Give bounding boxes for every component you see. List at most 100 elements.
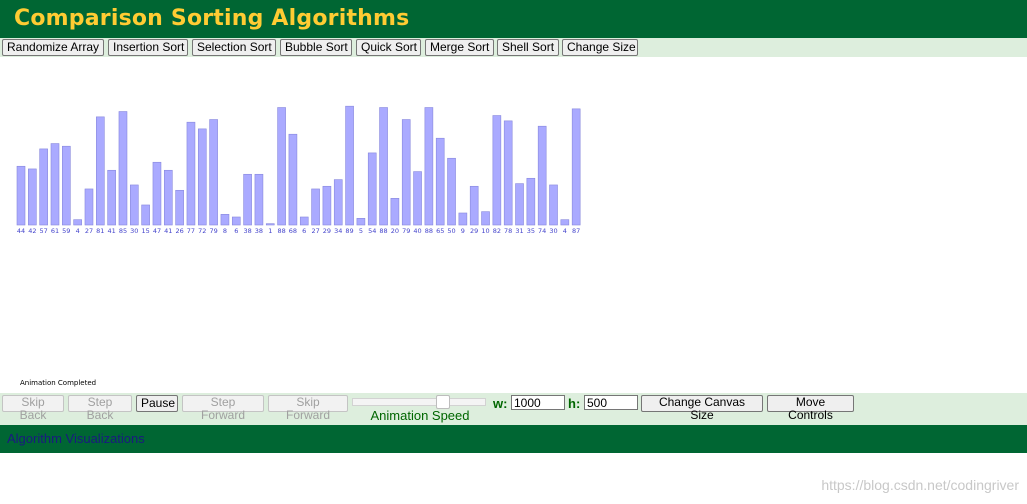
- bar-value-label: 4: [563, 227, 567, 235]
- animation-status: Animation Completed: [20, 379, 97, 387]
- array-bar: [549, 184, 558, 226]
- algorithm-visualizations-link[interactable]: Algorithm Visualizations: [7, 431, 145, 446]
- bar-value-label: 10: [481, 227, 489, 235]
- bar-value-label: 57: [40, 227, 48, 235]
- array-bar: [73, 219, 82, 226]
- array-bar: [447, 157, 456, 226]
- array-bar: [84, 188, 94, 226]
- bar-value-label: 44: [17, 227, 25, 235]
- array-bar: [401, 119, 411, 226]
- algorithm-toolbar: Randomize Array Insertion Sort Selection…: [0, 38, 1027, 57]
- array-bar: [62, 145, 71, 226]
- array-bar: [50, 143, 60, 226]
- bar-value-label: 34: [334, 227, 342, 235]
- array-bar: [277, 107, 286, 226]
- bar-value-label: 29: [470, 227, 478, 235]
- bar-value-label: 27: [311, 227, 319, 235]
- bar-value-label: 15: [141, 227, 149, 235]
- width-label: w:: [493, 396, 508, 411]
- bar-value-label: 88: [425, 227, 433, 235]
- array-bar: [526, 177, 536, 226]
- bar-value-label: 30: [130, 227, 138, 235]
- pause-button[interactable]: Pause: [136, 395, 178, 412]
- bar-value-label: 68: [289, 227, 297, 235]
- array-bar: [107, 169, 116, 226]
- bar-value-label: 87: [572, 227, 580, 235]
- animation-speed-label: Animation Speed: [370, 408, 470, 423]
- bar-value-label: 6: [234, 227, 238, 235]
- bubble-sort-button[interactable]: Bubble Sort: [280, 39, 352, 56]
- array-bar: [96, 116, 105, 226]
- array-bar: [322, 185, 332, 226]
- bar-value-label: 5: [359, 227, 363, 235]
- bar-value-label: 85: [119, 227, 127, 235]
- insertion-sort-button[interactable]: Insertion Sort: [108, 39, 188, 56]
- skip-forward-button[interactable]: Skip Forward: [268, 395, 348, 422]
- bar-value-label: 77: [187, 227, 195, 235]
- array-bar: [243, 173, 252, 226]
- array-bar: [458, 212, 468, 226]
- quick-sort-button[interactable]: Quick Sort: [356, 39, 421, 56]
- bar-value-label: 79: [209, 227, 217, 235]
- bar-value-label: 20: [391, 227, 399, 235]
- animation-speed-slider[interactable]: [352, 395, 486, 409]
- bar-value-label: 50: [447, 227, 455, 235]
- array-bar: [265, 223, 275, 226]
- array-bar: [141, 204, 150, 226]
- randomize-array-button[interactable]: Randomize Array: [2, 39, 104, 56]
- change-size-button[interactable]: Change Size: [562, 39, 638, 56]
- selection-sort-button[interactable]: Selection Sort: [192, 39, 276, 56]
- bar-chart: 44 42 57 61 59 4 27 81 41 85 30 15 47 41 26 77 72 79 8 6 38 3…: [16, 105, 581, 235]
- canvas-width-input[interactable]: [511, 395, 565, 410]
- array-bar: [220, 214, 230, 226]
- array-bar: [311, 188, 320, 226]
- step-back-button[interactable]: Step Back: [68, 395, 132, 422]
- array-bar: [152, 161, 162, 226]
- animation-controls: Skip Back Step Back Pause Step Forward S…: [0, 393, 1027, 425]
- bar-value-label: 6: [302, 227, 306, 235]
- bar-value-label: 40: [413, 227, 421, 235]
- array-bar: [130, 184, 139, 226]
- change-canvas-size-button[interactable]: Change Canvas Size: [641, 395, 763, 422]
- array-bar: [254, 173, 264, 226]
- bar-value-label: 82: [493, 227, 501, 235]
- bar-value-label: 27: [85, 227, 93, 235]
- speed-slider-thumb[interactable]: [436, 395, 450, 409]
- array-bar: [231, 216, 241, 226]
- skip-back-button[interactable]: Skip Back: [2, 395, 64, 422]
- bar-value-label: 61: [51, 227, 59, 235]
- bar-value-label: 9: [461, 227, 465, 235]
- array-bar: [299, 216, 309, 226]
- bar-value-label: 72: [198, 227, 206, 235]
- array-bar: [515, 183, 524, 226]
- canvas-height-input[interactable]: [584, 395, 638, 410]
- step-forward-button[interactable]: Step Forward: [182, 395, 264, 422]
- array-bar: [537, 125, 547, 226]
- array-bar: [356, 218, 366, 226]
- array-bar: [435, 137, 445, 226]
- array-bar: [367, 152, 377, 226]
- move-controls-button[interactable]: Move Controls: [767, 395, 854, 422]
- page-footer: Algorithm Visualizations: [0, 425, 1027, 453]
- shell-sort-button[interactable]: Shell Sort: [497, 39, 559, 56]
- array-bar: [288, 133, 298, 226]
- bar-value-label: 38: [255, 227, 263, 235]
- bar-value-label: 35: [527, 227, 535, 235]
- array-bar: [469, 185, 479, 226]
- bar-value-label: 4: [76, 227, 80, 235]
- bar-value-label: 54: [368, 227, 376, 235]
- array-bar: [163, 169, 173, 226]
- bar-value-label: 88: [277, 227, 285, 235]
- array-bar: [379, 107, 388, 226]
- bar-value-label: 47: [153, 227, 161, 235]
- bar-value-label: 88: [379, 227, 387, 235]
- bar-value-label: 41: [107, 227, 115, 235]
- array-bar: [481, 211, 490, 226]
- array-bar: [345, 105, 354, 226]
- array-bar: [209, 119, 218, 226]
- bar-value-label: 89: [345, 227, 353, 235]
- array-bar: [390, 198, 400, 226]
- bar-value-label: 26: [175, 227, 183, 235]
- array-bar: [424, 107, 434, 226]
- merge-sort-button[interactable]: Merge Sort: [425, 39, 494, 56]
